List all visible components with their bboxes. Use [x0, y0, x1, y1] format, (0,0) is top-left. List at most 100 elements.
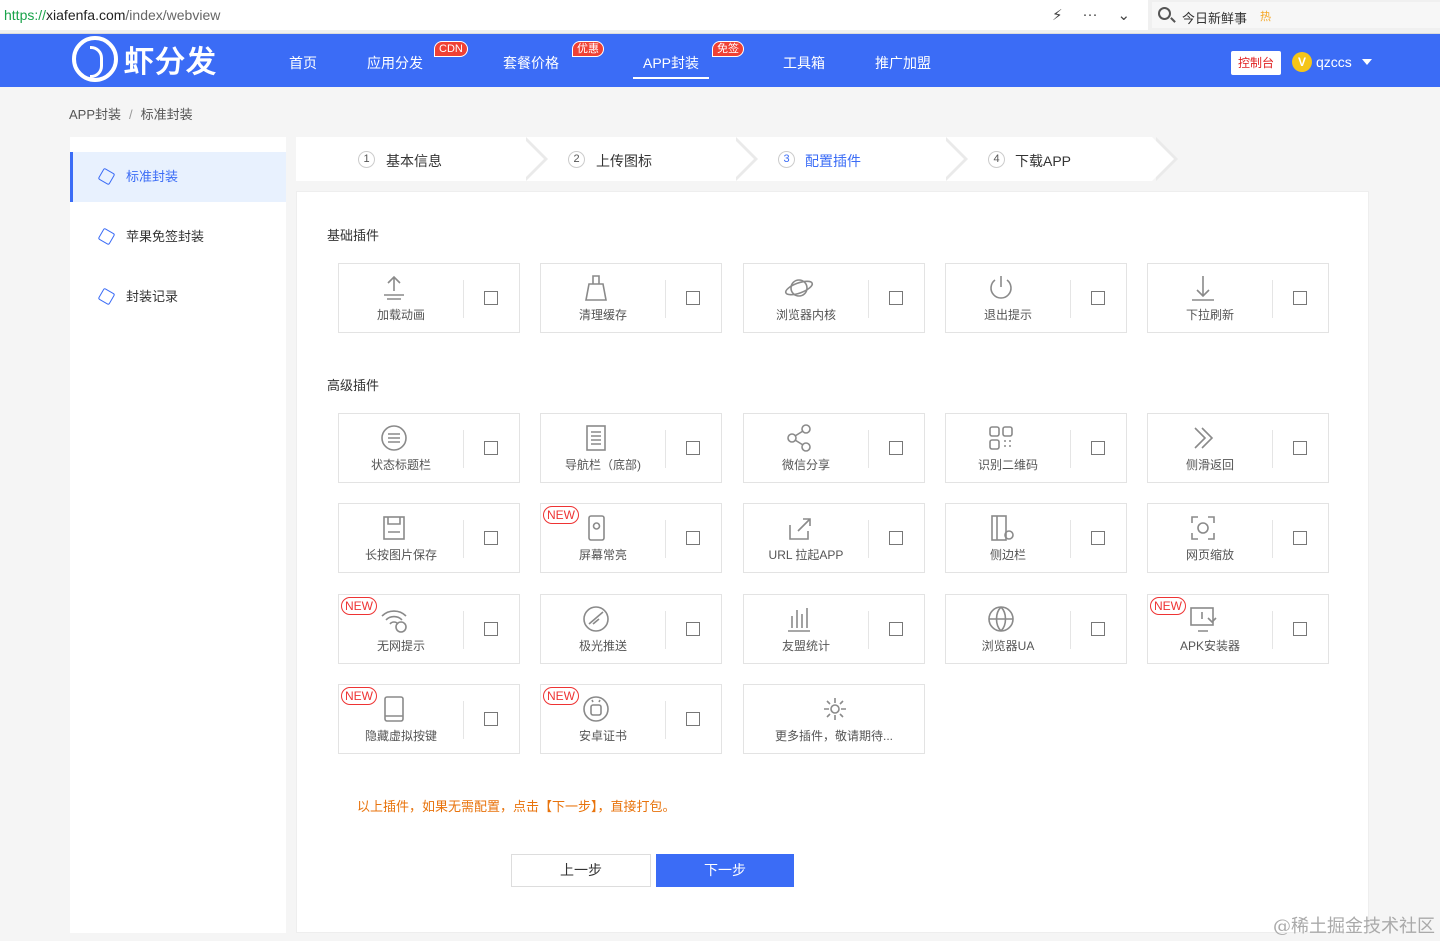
sidebar-item-label: 标准封装 [126, 169, 179, 184]
plugin-card[interactable]: 微信分享 [743, 413, 925, 483]
plugin-card[interactable]: 加载动画 [338, 263, 520, 333]
nav-item[interactable]: 工具箱 [783, 34, 825, 87]
nav-item[interactable]: 套餐价格 [503, 34, 559, 87]
plugin-card[interactable]: 浏览器UA [945, 594, 1127, 664]
planet-icon [784, 273, 814, 303]
chevron-down-icon[interactable]: ⌄ [1118, 6, 1131, 24]
plugin-card[interactable]: 浏览器内核 [743, 263, 925, 333]
nav-item[interactable]: 推广加盟 [875, 34, 931, 87]
plugin-checkbox[interactable] [484, 291, 498, 305]
plugin-checkbox[interactable] [484, 622, 498, 636]
sidebar-item-label: 封装记录 [126, 289, 179, 304]
step-basic-info[interactable]: 1 基本信息 [296, 137, 548, 181]
plugin-card[interactable]: 下拉刷新 [1147, 263, 1329, 333]
plugin-label: 浏览器内核 [775, 308, 836, 322]
shrimp-logo-icon [72, 36, 118, 82]
plugin-card[interactable]: 侧滑返回 [1147, 413, 1329, 483]
card-divider [1070, 611, 1071, 649]
sidebar-item-apple-free-sign[interactable]: 苹果免签封装 [70, 212, 286, 262]
next-step-button[interactable]: 下一步 [656, 854, 794, 887]
card-divider [1272, 280, 1273, 318]
plugin-checkbox[interactable] [484, 441, 498, 455]
plugin-checkbox[interactable] [484, 531, 498, 545]
prev-step-button[interactable]: 上一步 [511, 854, 651, 887]
plugin-label: 加载动画 [376, 308, 425, 322]
plugin-card[interactable]: 识别二维码 [945, 413, 1127, 483]
plugin-card[interactable]: 侧边栏 [945, 503, 1127, 573]
plugin-card[interactable]: 导航栏（底部) [540, 413, 722, 483]
plugin-label: 长按图片保存 [364, 548, 437, 562]
card-divider [665, 701, 666, 739]
plugin-label: 更多插件，敬请期待... [774, 729, 893, 743]
plugin-card[interactable]: 隐藏虚拟按键 NEW [338, 684, 520, 754]
installer-icon [1188, 604, 1218, 634]
plugin-checkbox[interactable] [686, 531, 700, 545]
plugin-checkbox[interactable] [484, 712, 498, 726]
plugin-checkbox[interactable] [1091, 441, 1105, 455]
breadcrumb-current: 标准封装 [140, 107, 193, 122]
plugin-checkbox[interactable] [686, 622, 700, 636]
plugin-checkbox[interactable] [1091, 291, 1105, 305]
plugin-card[interactable]: 安卓证书 NEW [540, 684, 722, 754]
card-divider [463, 520, 464, 558]
zoom-frame-icon [1188, 513, 1218, 543]
plugin-card[interactable]: APK安装器 NEW [1147, 594, 1329, 664]
plugin-card[interactable]: 极光推送 [540, 594, 722, 664]
browser-search-box[interactable]: 今日新鲜事 热 [1152, 2, 1440, 28]
document-icon [581, 423, 611, 453]
user-menu[interactable]: V qzccs [1292, 52, 1372, 72]
sidebar: 标准封装 苹果免签封装 封装记录 [70, 137, 286, 933]
plugin-card[interactable]: 长按图片保存 [338, 503, 520, 573]
plugin-checkbox[interactable] [1293, 291, 1307, 305]
nav-item[interactable]: 首页 [289, 34, 317, 87]
plugin-card[interactable]: 屏幕常亮 NEW [540, 503, 722, 573]
card-divider [868, 520, 869, 558]
card-divider [1272, 611, 1273, 649]
card-divider [463, 701, 464, 739]
plugin-card[interactable]: 清理缓存 [540, 263, 722, 333]
plugin-card[interactable]: 无网提示 NEW [338, 594, 520, 664]
plugin-card[interactable]: 友盟统计 [743, 594, 925, 664]
sidebar-item-wrap-records[interactable]: 封装记录 [70, 272, 286, 322]
step-label: 配置插件 [805, 153, 861, 169]
plugin-checkbox[interactable] [889, 291, 903, 305]
broom-icon [581, 273, 611, 303]
plugin-checkbox[interactable] [686, 441, 700, 455]
nav-item[interactable]: 应用分发 [367, 34, 423, 87]
more-icon[interactable]: ··· [1083, 6, 1098, 24]
breadcrumb-separator: / [129, 107, 133, 122]
console-button[interactable]: 控制台 [1231, 51, 1282, 75]
plugin-checkbox[interactable] [1091, 531, 1105, 545]
plugin-checkbox[interactable] [1293, 531, 1307, 545]
plugin-card[interactable]: 退出提示 [945, 263, 1127, 333]
plugin-label: 浏览器UA [981, 639, 1035, 653]
plugin-checkbox[interactable] [1293, 622, 1307, 636]
plugin-checkbox[interactable] [889, 441, 903, 455]
plugin-config-panel: 基础插件 加载动画 清理缓存 浏览器内核 退出提示 下拉刷新 高级插件 状态标题栏 导航栏… [296, 191, 1369, 933]
site-logo[interactable]: 虾分发 [72, 36, 217, 82]
nav-item[interactable]: APP封装 [632, 34, 710, 87]
globe-icon [986, 604, 1016, 634]
plugin-checkbox[interactable] [1091, 622, 1105, 636]
step-label: 下载APP [1015, 153, 1072, 169]
breadcrumb-root[interactable]: APP封装 [69, 107, 121, 122]
power-icon [986, 273, 1016, 303]
plugin-card[interactable]: 状态标题栏 [338, 413, 520, 483]
new-badge: NEW [341, 597, 377, 615]
plugin-checkbox[interactable] [1293, 441, 1307, 455]
plugin-card[interactable]: 更多插件，敬请期待... [743, 684, 925, 754]
card-divider [463, 430, 464, 468]
lightning-icon[interactable]: ⚡ [1052, 6, 1063, 24]
plugin-card[interactable]: 网页缩放 [1147, 503, 1329, 573]
plugin-card[interactable]: URL 拉起APP [743, 503, 925, 573]
external-link-icon [784, 513, 814, 543]
sidebar-item-standard-wrap[interactable]: 标准封装 [70, 152, 286, 202]
plugin-checkbox[interactable] [686, 712, 700, 726]
plugin-checkbox[interactable] [889, 622, 903, 636]
plugin-label: 屏幕常亮 [578, 548, 627, 562]
plugin-checkbox[interactable] [686, 291, 700, 305]
plugin-checkbox[interactable] [889, 531, 903, 545]
url-field[interactable]: https://xiafenfa.com/index/webview [0, 0, 1148, 30]
card-divider [665, 520, 666, 558]
cube-icon [97, 287, 116, 306]
